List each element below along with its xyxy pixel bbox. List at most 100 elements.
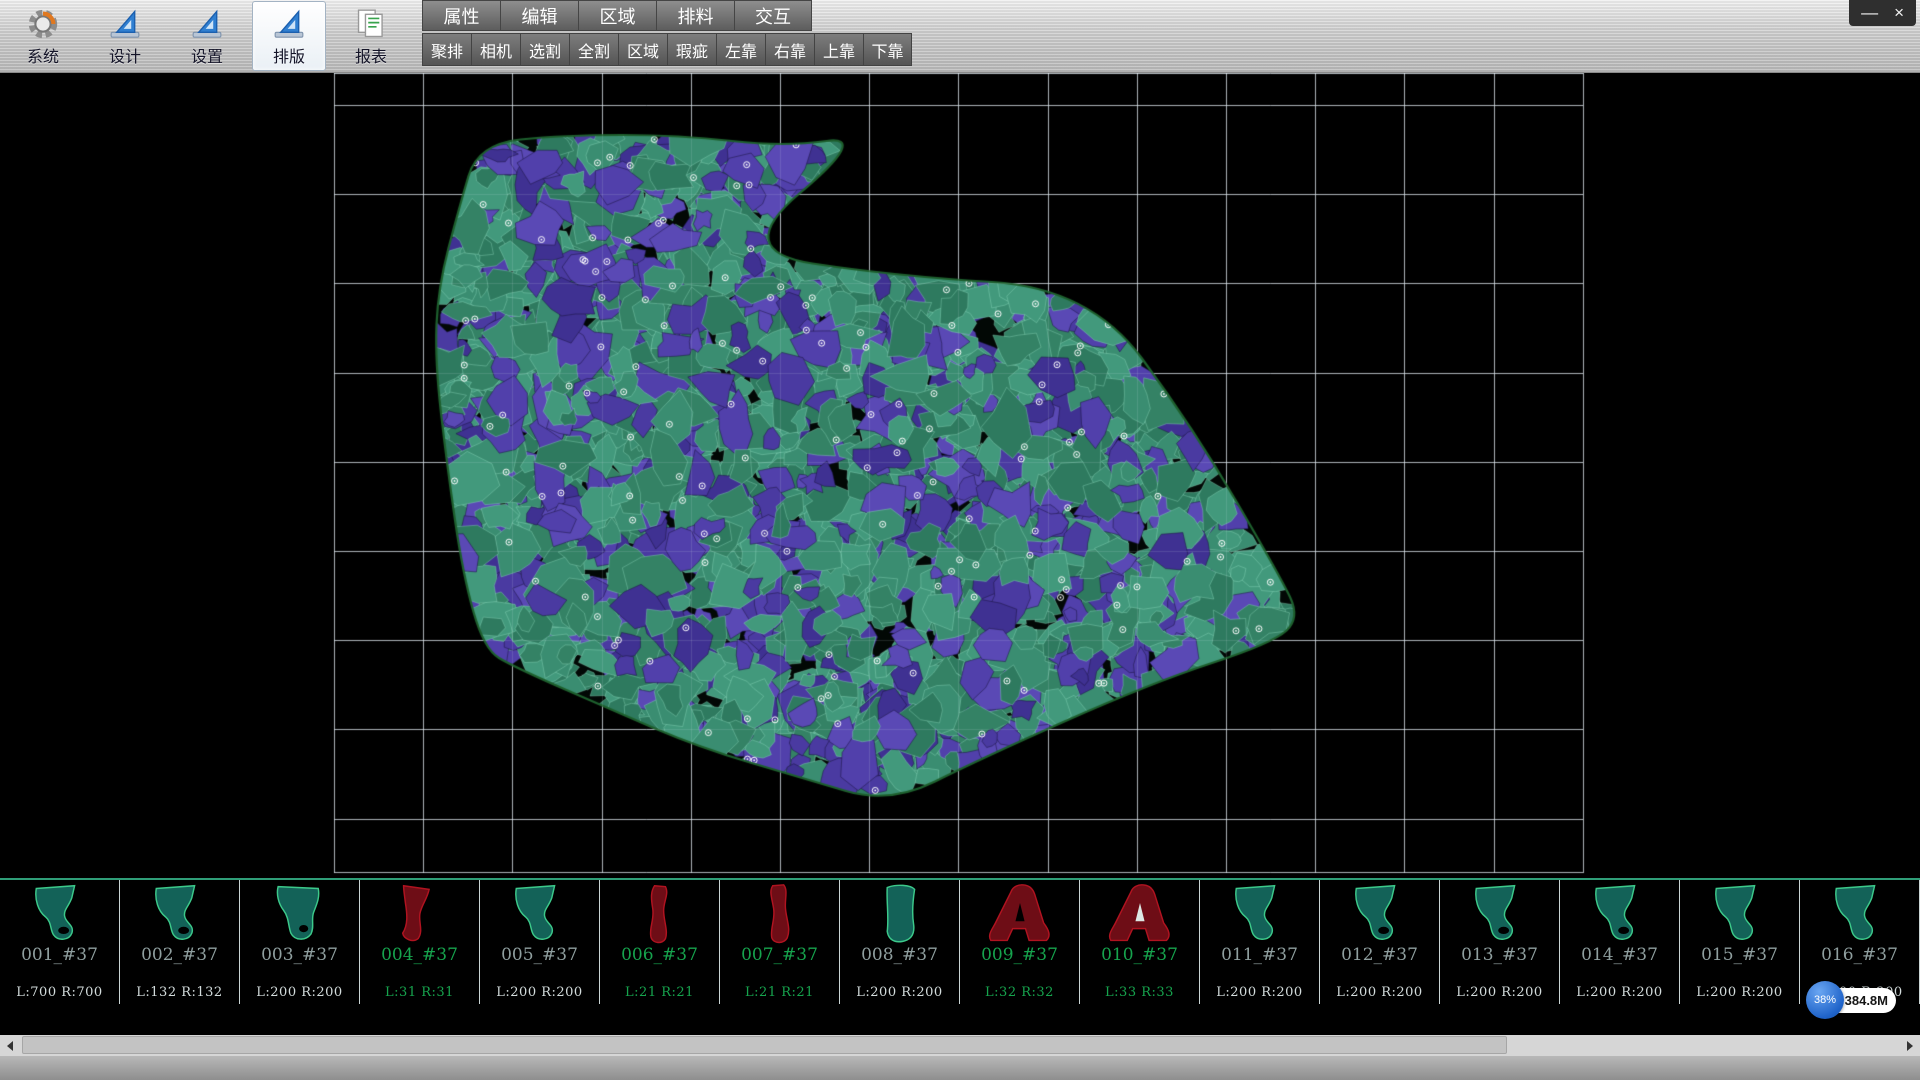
tool-button-align-bottom[interactable]: 下靠 [863,33,912,66]
status-float: 384.8M 38% [1806,981,1918,1021]
piece-thumb-014[interactable]: 014_#37L:200 R:200 [1560,880,1680,1004]
piece-thumb-010[interactable]: 010_#37 L:33 R:33 [1080,880,1200,1004]
piece-name: 009_#37 [981,945,1058,965]
piece-counts: L:21 R:21 [745,985,814,1000]
app-button-layout[interactable]: 排版 [252,1,326,71]
app-button-label: 报表 [355,43,387,67]
pieces-panel: 001_#37L:700 R:700002_#37L:132 R:132003_… [0,878,1920,1004]
tool-button-cut-all[interactable]: 全割 [569,33,618,66]
piece-counts: L:200 R:200 [256,985,342,1000]
piece-thumb-015[interactable]: 015_#37 L:200 R:200 [1680,880,1800,1004]
tool-button-defect[interactable]: 瑕疵 [667,33,716,66]
scroll-right-arrow[interactable] [1900,1035,1920,1056]
piece-thumb-002[interactable]: 002_#37L:132 R:132 [120,880,240,1004]
piece-shape [607,883,713,945]
piece-shape [127,883,233,945]
app-button-design[interactable]: 设计 [88,1,162,71]
piece-shape [1567,883,1673,945]
menu-tab-nesting[interactable]: 排料 [656,0,734,31]
tool-button-select-cut[interactable]: 选割 [520,33,569,66]
piece-counts: L:132 R:132 [136,985,222,1000]
piece-shape [1087,883,1193,945]
piece-thumb-013[interactable]: 013_#37L:200 R:200 [1440,880,1560,1004]
piece-thumb-009[interactable]: 009_#37 L:32 R:32 [960,880,1080,1004]
tool-button-camera[interactable]: 相机 [471,33,520,66]
progress-circle: 38% [1806,981,1844,1019]
close-button[interactable]: × [1894,0,1904,26]
window-controls: — × [1849,0,1916,26]
piece-counts: L:21 R:21 [625,985,694,1000]
nesting-canvas[interactable] [0,73,1920,878]
piece-shape [367,883,473,945]
menu-stack: 属性编辑区域排料交互 聚排相机选割全割区域瑕疵左靠右靠上靠下靠 [422,0,912,66]
piece-counts: L:200 R:200 [1216,985,1302,1000]
piece-thumb-007[interactable]: 007_#37 L:21 R:21 [720,880,840,1004]
piece-shape [7,883,113,945]
piece-shape [1807,883,1913,945]
app-button-label: 排版 [273,43,305,67]
menu-tab-region[interactable]: 区域 [578,0,656,31]
menu-tab-properties[interactable]: 属性 [422,0,500,31]
piece-name: 007_#37 [741,945,818,965]
nesting-workspace [0,73,1920,878]
tool-buttons: 聚排相机选割全割区域瑕疵左靠右靠上靠下靠 [422,33,912,66]
memory-value: 384.8M [1845,993,1888,1008]
piece-name: 005_#37 [501,945,578,965]
tool-button-align-left[interactable]: 左靠 [716,33,765,66]
piece-shape [247,883,353,945]
tool-button-cluster-nest[interactable]: 聚排 [422,33,471,66]
app-window: 系统设计设置排版报表 属性编辑区域排料交互 聚排相机选割全割区域瑕疵左靠右靠上靠… [0,0,1920,1080]
horizontal-scrollbar[interactable] [0,1035,1920,1056]
piece-name: 003_#37 [261,945,338,965]
tool-button-align-top[interactable]: 上靠 [814,33,863,66]
piece-name: 010_#37 [1101,945,1178,965]
settings-ruler-icon [189,6,225,42]
piece-name: 004_#37 [381,945,458,965]
piece-shape [847,883,953,945]
piece-counts: L:32 R:32 [985,985,1054,1000]
minimize-button[interactable]: — [1861,0,1878,26]
piece-name: 015_#37 [1701,945,1778,965]
progress-percent: 38% [1814,994,1836,1006]
piece-counts: L:200 R:200 [856,985,942,1000]
app-button-settings[interactable]: 设置 [170,1,244,71]
piece-thumb-003[interactable]: 003_#37 L:200 R:200 [240,880,360,1004]
piece-counts: L:200 R:200 [1456,985,1542,1000]
top-toolbar: 系统设计设置排版报表 属性编辑区域排料交互 聚排相机选割全割区域瑕疵左靠右靠上靠… [0,0,1920,73]
app-button-system[interactable]: 系统 [6,1,80,71]
scrollbar-track[interactable] [20,1035,1900,1056]
piece-thumb-005[interactable]: 005_#37 L:200 R:200 [480,880,600,1004]
piece-name: 016_#37 [1821,945,1898,965]
piece-thumb-011[interactable]: 011_#37 L:200 R:200 [1200,880,1320,1004]
piece-thumb-006[interactable]: 006_#37L:21 R:21 [600,880,720,1004]
piece-name: 001_#37 [21,945,98,965]
tool-button-align-right[interactable]: 右靠 [765,33,814,66]
piece-counts: L:31 R:31 [385,985,454,1000]
menu-tab-edit[interactable]: 编辑 [500,0,578,31]
scrollbar-thumb[interactable] [22,1036,1507,1054]
menu-tabs: 属性编辑区域排料交互 [422,0,912,31]
piece-counts: L:200 R:200 [1336,985,1422,1000]
piece-shape [727,883,833,945]
window-bottom-edge [0,1056,1920,1080]
piece-name: 011_#37 [1221,945,1298,965]
piece-thumb-008[interactable]: 008_#37L:200 R:200 [840,880,960,1004]
piece-name: 012_#37 [1341,945,1418,965]
piece-shape [1447,883,1553,945]
app-button-label: 设置 [191,43,223,67]
piece-counts: L:33 R:33 [1105,985,1174,1000]
app-button-report[interactable]: 报表 [334,1,408,71]
piece-thumb-001[interactable]: 001_#37 L:700 R:700 [0,880,120,1004]
piece-thumb-012[interactable]: 012_#37 L:200 R:200 [1320,880,1440,1004]
tool-button-region[interactable]: 区域 [618,33,667,66]
nesting-ruler-icon [271,6,307,42]
system-gear-icon [25,6,61,42]
scroll-left-arrow[interactable] [0,1035,20,1056]
piece-counts: L:200 R:200 [1696,985,1782,1000]
menu-tab-interaction[interactable]: 交互 [734,0,812,31]
piece-counts: L:200 R:200 [496,985,582,1000]
piece-thumb-004[interactable]: 004_#37 L:31 R:31 [360,880,480,1004]
piece-counts: L:700 R:700 [16,985,102,1000]
right-triangle-icon [1907,1041,1913,1051]
app-mode-buttons: 系统设计设置 排版 报表 [6,1,408,71]
